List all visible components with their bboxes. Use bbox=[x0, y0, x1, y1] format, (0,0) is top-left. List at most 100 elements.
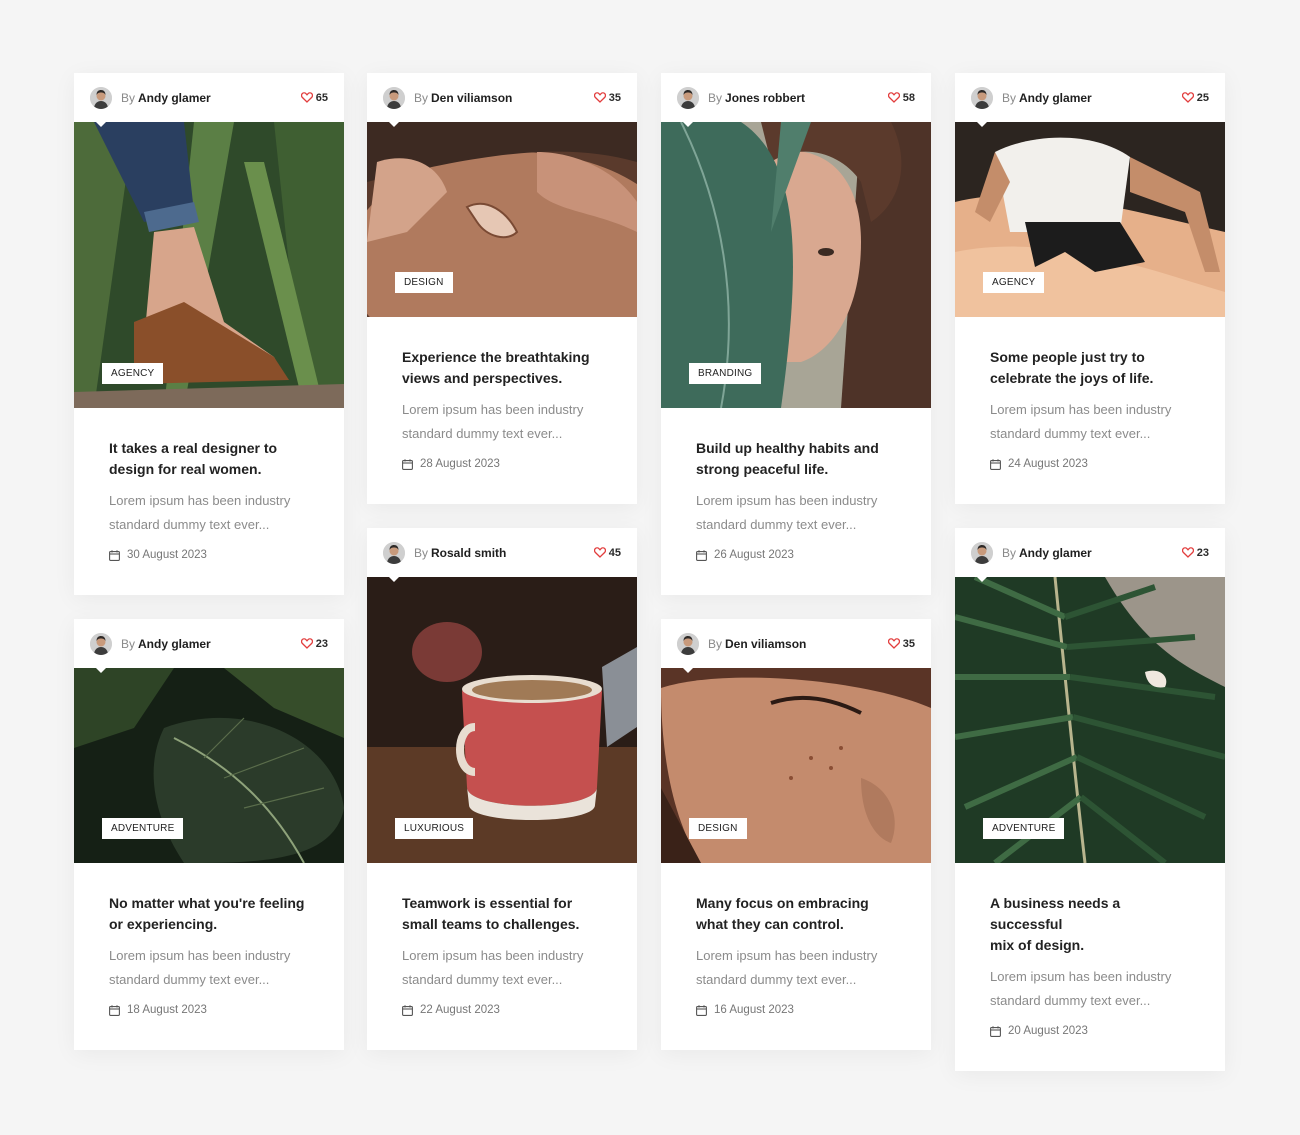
post-image[interactable]: AGENCY bbox=[74, 122, 344, 408]
category-tag[interactable]: BRANDING bbox=[689, 363, 762, 384]
post-image[interactable]: LUXURIOUS bbox=[367, 577, 637, 863]
post-title[interactable]: Many focus on embracing what they can con… bbox=[696, 893, 896, 935]
post-card[interactable]: By Den viliamson 35 DESIGN Experience th… bbox=[367, 73, 637, 504]
calendar-icon bbox=[990, 1026, 1001, 1037]
card-body: Teamwork is essential for small teams to … bbox=[367, 863, 637, 1050]
avatar[interactable] bbox=[90, 86, 112, 109]
avatar[interactable] bbox=[677, 86, 699, 109]
post-date: 24 August 2023 bbox=[990, 458, 1190, 470]
category-tag[interactable]: ADVENTURE bbox=[102, 818, 184, 839]
category-tag[interactable]: ADVENTURE bbox=[983, 818, 1065, 839]
post-date: 22 August 2023 bbox=[402, 1004, 602, 1016]
post-title[interactable]: Teamwork is essential for small teams to … bbox=[402, 893, 602, 935]
author-name[interactable]: Andy glamer bbox=[138, 637, 211, 651]
post-date: 20 August 2023 bbox=[990, 1025, 1190, 1037]
avatar[interactable] bbox=[90, 632, 112, 655]
like-count: 23 bbox=[1196, 546, 1209, 559]
post-title[interactable]: Some people just try to celebrate the joy… bbox=[990, 347, 1190, 389]
post-title[interactable]: Build up healthy habits and strong peacef… bbox=[696, 438, 896, 480]
post-card[interactable]: By Andy glamer 23 ADVENTURE A business n… bbox=[955, 528, 1225, 1071]
avatar[interactable] bbox=[971, 541, 993, 564]
post-image[interactable]: ADVENTURE bbox=[74, 668, 344, 863]
author-name[interactable]: Jones robbert bbox=[725, 91, 805, 105]
post-card[interactable]: By Andy glamer 23 ADVENTURE No matter wh… bbox=[74, 619, 344, 1050]
like-count: 35 bbox=[608, 91, 621, 104]
post-title[interactable]: No matter what you're feeling or experien… bbox=[109, 893, 309, 935]
calendar-icon bbox=[109, 1005, 120, 1016]
card-body: No matter what you're feeling or experien… bbox=[74, 863, 344, 1050]
card-header: By Andy glamer 23 bbox=[74, 619, 344, 668]
column-3: By Jones robbert 58 BRANDING Build up he… bbox=[661, 73, 931, 1074]
heart-icon bbox=[1182, 547, 1194, 558]
by-label: By bbox=[121, 90, 136, 105]
heart-icon bbox=[888, 92, 900, 103]
author-name[interactable]: Den viliamson bbox=[725, 637, 806, 651]
like-count: 65 bbox=[315, 91, 328, 104]
category-tag[interactable]: AGENCY bbox=[102, 363, 164, 384]
post-excerpt: Lorem ipsum has been industry standard du… bbox=[109, 948, 291, 987]
category-tag[interactable]: AGENCY bbox=[983, 272, 1045, 293]
card-body: Some people just try to celebrate the joy… bbox=[955, 317, 1225, 504]
post-card[interactable]: By Jones robbert 58 BRANDING Build up he… bbox=[661, 73, 931, 595]
like-button[interactable]: 23 bbox=[1182, 547, 1209, 559]
calendar-icon bbox=[402, 1005, 413, 1016]
card-header: By Andy glamer 65 bbox=[74, 73, 344, 122]
heart-icon bbox=[594, 547, 606, 558]
by-label: By bbox=[414, 90, 429, 105]
by-label: By bbox=[1002, 90, 1017, 105]
post-title[interactable]: A business needs a successful mix of desi… bbox=[990, 893, 1190, 956]
post-image[interactable]: DESIGN bbox=[661, 668, 931, 863]
calendar-icon bbox=[696, 1005, 707, 1016]
calendar-icon bbox=[696, 550, 707, 561]
avatar[interactable] bbox=[383, 86, 405, 109]
avatar[interactable] bbox=[971, 86, 993, 109]
by-label: By bbox=[1002, 545, 1017, 560]
post-card[interactable]: By Den viliamson 35 DESIGN Many focus on… bbox=[661, 619, 931, 1050]
post-image[interactable]: BRANDING bbox=[661, 122, 931, 408]
post-excerpt: Lorem ipsum has been industry standard du… bbox=[402, 402, 584, 441]
author-name[interactable]: Andy glamer bbox=[138, 91, 211, 105]
post-image[interactable]: DESIGN bbox=[367, 122, 637, 317]
avatar[interactable] bbox=[677, 632, 699, 655]
author-name[interactable]: Den viliamson bbox=[431, 91, 512, 105]
post-title[interactable]: It takes a real designer to design for re… bbox=[109, 438, 309, 480]
card-header: By Den viliamson 35 bbox=[367, 73, 637, 122]
post-card[interactable]: By Andy glamer 65 AGENCY It takes a real… bbox=[74, 73, 344, 595]
card-body: Many focus on embracing what they can con… bbox=[661, 863, 931, 1050]
card-body: It takes a real designer to design for re… bbox=[74, 408, 344, 595]
category-tag[interactable]: DESIGN bbox=[689, 818, 747, 839]
category-tag[interactable]: DESIGN bbox=[395, 272, 453, 293]
post-date: 18 August 2023 bbox=[109, 1004, 309, 1016]
like-count: 23 bbox=[315, 637, 328, 650]
column-2: By Den viliamson 35 DESIGN Experience th… bbox=[367, 73, 637, 1074]
like-button[interactable]: 35 bbox=[888, 638, 915, 650]
card-body: A business needs a successful mix of desi… bbox=[955, 863, 1225, 1071]
like-button[interactable]: 35 bbox=[594, 92, 621, 104]
like-button[interactable]: 65 bbox=[301, 92, 328, 104]
author-name[interactable]: Rosald smith bbox=[431, 546, 506, 560]
post-image[interactable]: ADVENTURE bbox=[955, 577, 1225, 863]
author-name[interactable]: Andy glamer bbox=[1019, 91, 1092, 105]
card-header: By Andy glamer 23 bbox=[955, 528, 1225, 577]
heart-icon bbox=[888, 638, 900, 649]
post-image[interactable]: AGENCY bbox=[955, 122, 1225, 317]
post-date: 30 August 2023 bbox=[109, 549, 309, 561]
card-header: By Rosald smith 45 bbox=[367, 528, 637, 577]
author-name[interactable]: Andy glamer bbox=[1019, 546, 1092, 560]
post-excerpt: Lorem ipsum has been industry standard du… bbox=[990, 402, 1172, 441]
avatar[interactable] bbox=[383, 541, 405, 564]
calendar-icon bbox=[402, 459, 413, 470]
post-date: 28 August 2023 bbox=[402, 458, 602, 470]
like-button[interactable]: 45 bbox=[594, 547, 621, 559]
post-card[interactable]: By Andy glamer 25 AGENCY Some people jus… bbox=[955, 73, 1225, 504]
like-count: 35 bbox=[902, 637, 915, 650]
card-body: Experience the breathtaking views and per… bbox=[367, 317, 637, 504]
by-label: By bbox=[414, 545, 429, 560]
like-button[interactable]: 23 bbox=[301, 638, 328, 650]
category-tag[interactable]: LUXURIOUS bbox=[395, 818, 474, 839]
post-card[interactable]: By Rosald smith 45 LUXURIOUS Teamwork is… bbox=[367, 528, 637, 1050]
like-button[interactable]: 25 bbox=[1182, 92, 1209, 104]
like-button[interactable]: 58 bbox=[888, 92, 915, 104]
card-header: By Den viliamson 35 bbox=[661, 619, 931, 668]
post-title[interactable]: Experience the breathtaking views and per… bbox=[402, 347, 602, 389]
